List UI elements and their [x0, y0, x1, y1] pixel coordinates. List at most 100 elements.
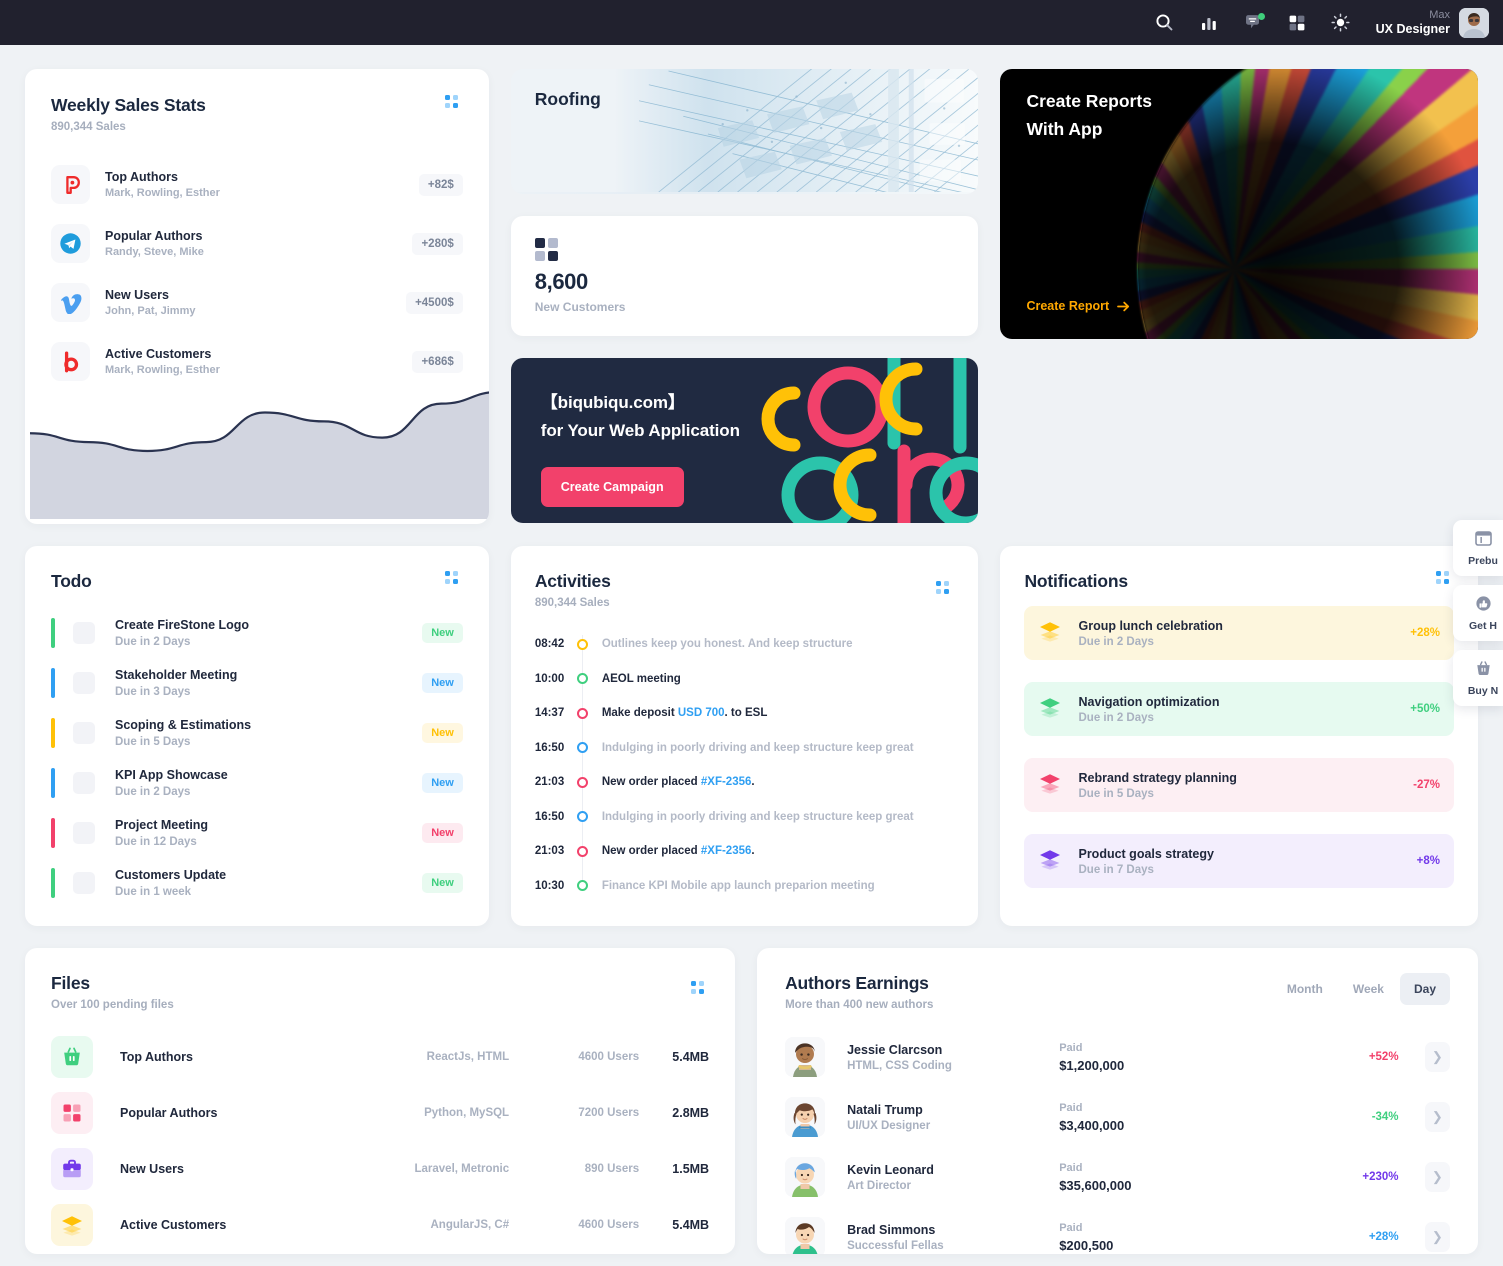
todo-checkbox[interactable] — [73, 772, 95, 794]
chat-bubble-icon[interactable] — [1240, 10, 1266, 36]
todo-item[interactable]: Customers Update Due in 1 week New — [51, 858, 463, 908]
authors-list: Jessie Clarcson HTML, CSS Coding Paid $1,20… — [785, 1027, 1450, 1254]
activity-ring-icon — [576, 638, 588, 650]
bar-chart-icon[interactable] — [1196, 10, 1222, 36]
notification-item[interactable]: Product goals strategy Due in 7 Days +8% — [1024, 834, 1454, 888]
todo-item[interactable]: Scoping & Estimations Due in 5 Days New — [51, 708, 463, 758]
layers-icon — [62, 1216, 82, 1236]
layers-icon — [1040, 697, 1061, 718]
todo-item[interactable]: Create FireStone Logo Due in 2 Days New — [51, 608, 463, 658]
chevron-right-icon[interactable]: ❯ — [1424, 1162, 1450, 1192]
activity-item[interactable]: 14:37 Make deposit USD 700. to ESL — [535, 696, 955, 731]
file-tech: Laravel, Metronic — [414, 1163, 510, 1175]
decorative-shapes — [761, 358, 979, 523]
todo-item[interactable]: Project Meeting Due in 12 Days New — [51, 808, 463, 858]
notification-item[interactable]: Rebrand strategy planning Due in 5 Days -2… — [1024, 758, 1454, 812]
more-options-icon[interactable] — [1435, 571, 1454, 587]
tab-day[interactable]: Day — [1399, 973, 1450, 1005]
todo-checkbox[interactable] — [73, 822, 95, 844]
more-options-icon[interactable] — [691, 981, 709, 997]
create-report-label: Create Report — [1026, 299, 1110, 313]
layers-icon — [1038, 620, 1062, 647]
amount-badge: +280$ — [412, 232, 463, 255]
campaign-banner: 【biqubiqu.com】 for Your Web Application … — [510, 358, 979, 523]
table-row[interactable]: Brad Simmons Successful Fellas Paid $200,50… — [785, 1207, 1450, 1254]
list-item[interactable]: Popular Authors Randy, Steve, Mike +280$ — [51, 214, 463, 273]
list-item-title: Popular Authors — [105, 229, 203, 243]
activity-time: 10:00 — [534, 672, 565, 685]
author-percent: -34% — [1371, 1111, 1399, 1123]
page-title: Weekly Sales Stats — [51, 95, 206, 115]
more-options-icon[interactable] — [444, 95, 463, 111]
activity-item[interactable]: 10:00 AEOL meeting — [535, 662, 955, 697]
rail-button-prebu[interactable]: Prebu — [1453, 520, 1503, 576]
priority-bar — [51, 618, 55, 648]
table-row[interactable]: Natali Trump UI/UX Designer Paid $3,400,000… — [785, 1087, 1450, 1147]
notification-title: Product goals strategy — [1078, 846, 1214, 861]
notification-item[interactable]: Group lunch celebration Due in 2 Days +28% — [1024, 606, 1454, 660]
theme-brightness-icon[interactable] — [1328, 10, 1354, 36]
priority-bar — [51, 718, 55, 748]
layers-icon — [51, 1204, 93, 1246]
new-customers-value: 8,600 — [534, 269, 588, 294]
more-options-icon[interactable] — [444, 571, 463, 587]
basket-icon — [51, 1036, 93, 1078]
table-row[interactable]: Jessie Clarcson HTML, CSS Coding Paid $1,20… — [785, 1027, 1450, 1087]
file-name: Active Customers — [120, 1218, 227, 1232]
table-row[interactable] — [51, 1253, 709, 1254]
activity-item[interactable]: 08:42 Outlines keep you honest. And keep … — [535, 627, 955, 662]
search-icon[interactable] — [1152, 10, 1178, 36]
author-name: Kevin Leonard — [847, 1162, 934, 1177]
todo-checkbox[interactable] — [73, 672, 95, 694]
activity-item[interactable]: 21:03 New order placed #XF-2356. — [535, 834, 955, 869]
todo-item-due: Due in 1 week — [115, 886, 192, 898]
activity-item[interactable]: 16:50 Indulging in poorly driving and kee… — [535, 800, 955, 835]
todo-checkbox[interactable] — [73, 722, 95, 744]
file-tech: ReactJs, HTML — [426, 1051, 510, 1063]
todo-title: Todo — [51, 571, 92, 591]
thumbs-up-icon — [1463, 595, 1503, 617]
activity-item[interactable]: 16:50 Indulging in poorly driving and kee… — [535, 731, 955, 766]
table-row[interactable]: Popular Authors Python, MySQL 7200 Users 2.… — [51, 1085, 709, 1141]
authors-earnings-card: Authors Earnings More than 400 new autho… — [757, 948, 1478, 1254]
notification-percent: -27% — [1413, 779, 1440, 791]
weekly-sales-list: Top Authors Mark, Rowling, Esther +82$ Popu… — [25, 133, 489, 391]
table-row[interactable]: Active Customers AngularJS, C# 4600 Users 5… — [51, 1197, 709, 1253]
table-row[interactable]: Top Authors ReactJs, HTML 4600 Users 5.4MB — [51, 1029, 709, 1085]
tab-week[interactable]: Week — [1339, 973, 1398, 1005]
todo-checkbox[interactable] — [73, 622, 95, 644]
chevron-right-icon[interactable]: ❯ — [1424, 1042, 1450, 1072]
list-item[interactable]: Top Authors Mark, Rowling, Esther +82$ — [51, 155, 463, 214]
activity-item[interactable]: 21:03 New order placed #XF-2356. — [535, 765, 955, 800]
todo-checkbox[interactable] — [73, 872, 95, 894]
file-size: 1.5MB — [672, 1162, 710, 1176]
todo-item[interactable]: Stakeholder Meeting Due in 3 Days New — [51, 658, 463, 708]
notification-title: Rebrand strategy planning — [1078, 770, 1237, 785]
create-campaign-button[interactable]: Create Campaign — [540, 467, 684, 507]
list-item-title: Top Authors — [105, 170, 178, 184]
sales-area-chart — [30, 391, 489, 519]
chevron-right-icon[interactable]: ❯ — [1424, 1222, 1450, 1252]
rail-button-get-h[interactable]: Get H — [1453, 585, 1503, 641]
top-bar: Max UX Designer — [0, 0, 1503, 45]
tab-month[interactable]: Month — [1273, 973, 1337, 1005]
activity-text: Outlines keep you honest. And keep struc… — [601, 638, 853, 651]
table-row[interactable]: New Users Laravel, Metronic 890 Users 1.5MB — [51, 1141, 709, 1197]
file-size: 5.4MB — [672, 1050, 710, 1064]
dashboard-row-3: Files Over 100 pending files Top Authors… — [0, 948, 1503, 1254]
basket-icon — [1463, 660, 1503, 682]
more-options-icon[interactable] — [936, 581, 954, 597]
list-item[interactable]: New Users John, Pat, Jimmy +4500$ — [51, 273, 463, 332]
chevron-right-icon[interactable]: ❯ — [1424, 1102, 1450, 1132]
notification-item[interactable]: Navigation optimization Due in 2 Days +50% — [1024, 682, 1454, 736]
file-name: Popular Authors — [120, 1106, 218, 1120]
list-item-title: New Users — [105, 288, 169, 302]
rail-button-buy-n[interactable]: Buy N — [1453, 650, 1503, 706]
avatar[interactable] — [1459, 7, 1489, 38]
user-profile[interactable]: Max UX Designer — [1376, 7, 1489, 38]
activity-item[interactable]: 10:30 Finance KPI Mobile app launch prepa… — [535, 869, 955, 904]
table-row[interactable]: Kevin Leonard Art Director Paid $35,600,000… — [785, 1147, 1450, 1207]
todo-item[interactable]: KPI App Showcase Due in 2 Days New — [51, 758, 463, 808]
grid-layout-icon[interactable] — [1284, 10, 1310, 36]
create-report-link[interactable]: Create Report — [1026, 299, 1130, 313]
